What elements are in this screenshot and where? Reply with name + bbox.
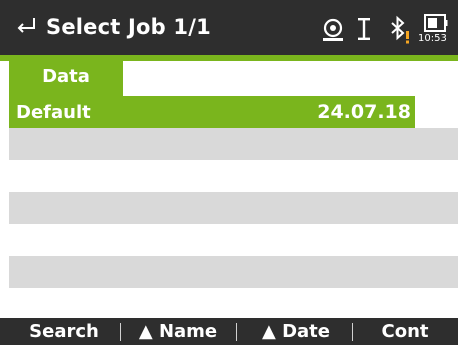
softkey-bar: Search ▲ Name ▲ Date Cont	[0, 318, 458, 345]
clock-time: 10:53	[418, 33, 447, 44]
prism-target-icon	[323, 18, 343, 41]
bluetooth-warning-icon	[391, 15, 409, 44]
empty-row	[9, 160, 458, 192]
tab-row: Data	[0, 55, 458, 96]
sort-name-softkey[interactable]: ▲ Name	[126, 318, 230, 345]
empty-row	[9, 192, 458, 224]
sort-date-softkey[interactable]: ▲ Date	[246, 318, 346, 345]
empty-row	[9, 128, 458, 160]
job-date: 24.07.18	[317, 101, 411, 123]
empty-row	[9, 288, 458, 318]
empty-row	[9, 224, 458, 256]
softkey-divider	[120, 323, 121, 341]
list-item[interactable]: Default 24.07.18	[9, 96, 415, 128]
empty-row	[9, 256, 458, 288]
job-name: Default	[16, 102, 91, 123]
search-softkey[interactable]: Search	[14, 318, 114, 345]
job-list: Default 24.07.18	[9, 96, 458, 318]
return-arrow-icon[interactable]	[14, 13, 38, 37]
tab-data[interactable]: Data	[9, 55, 123, 96]
softkey-divider	[352, 323, 353, 341]
page-title: Select Job 1/1	[46, 15, 211, 39]
battery-icon	[424, 14, 448, 32]
softkey-divider	[236, 323, 237, 341]
continue-softkey[interactable]: Cont	[362, 318, 448, 345]
title-bar: Select Job 1/1 10:53	[0, 0, 458, 55]
ir-text-cursor-icon	[358, 18, 370, 40]
